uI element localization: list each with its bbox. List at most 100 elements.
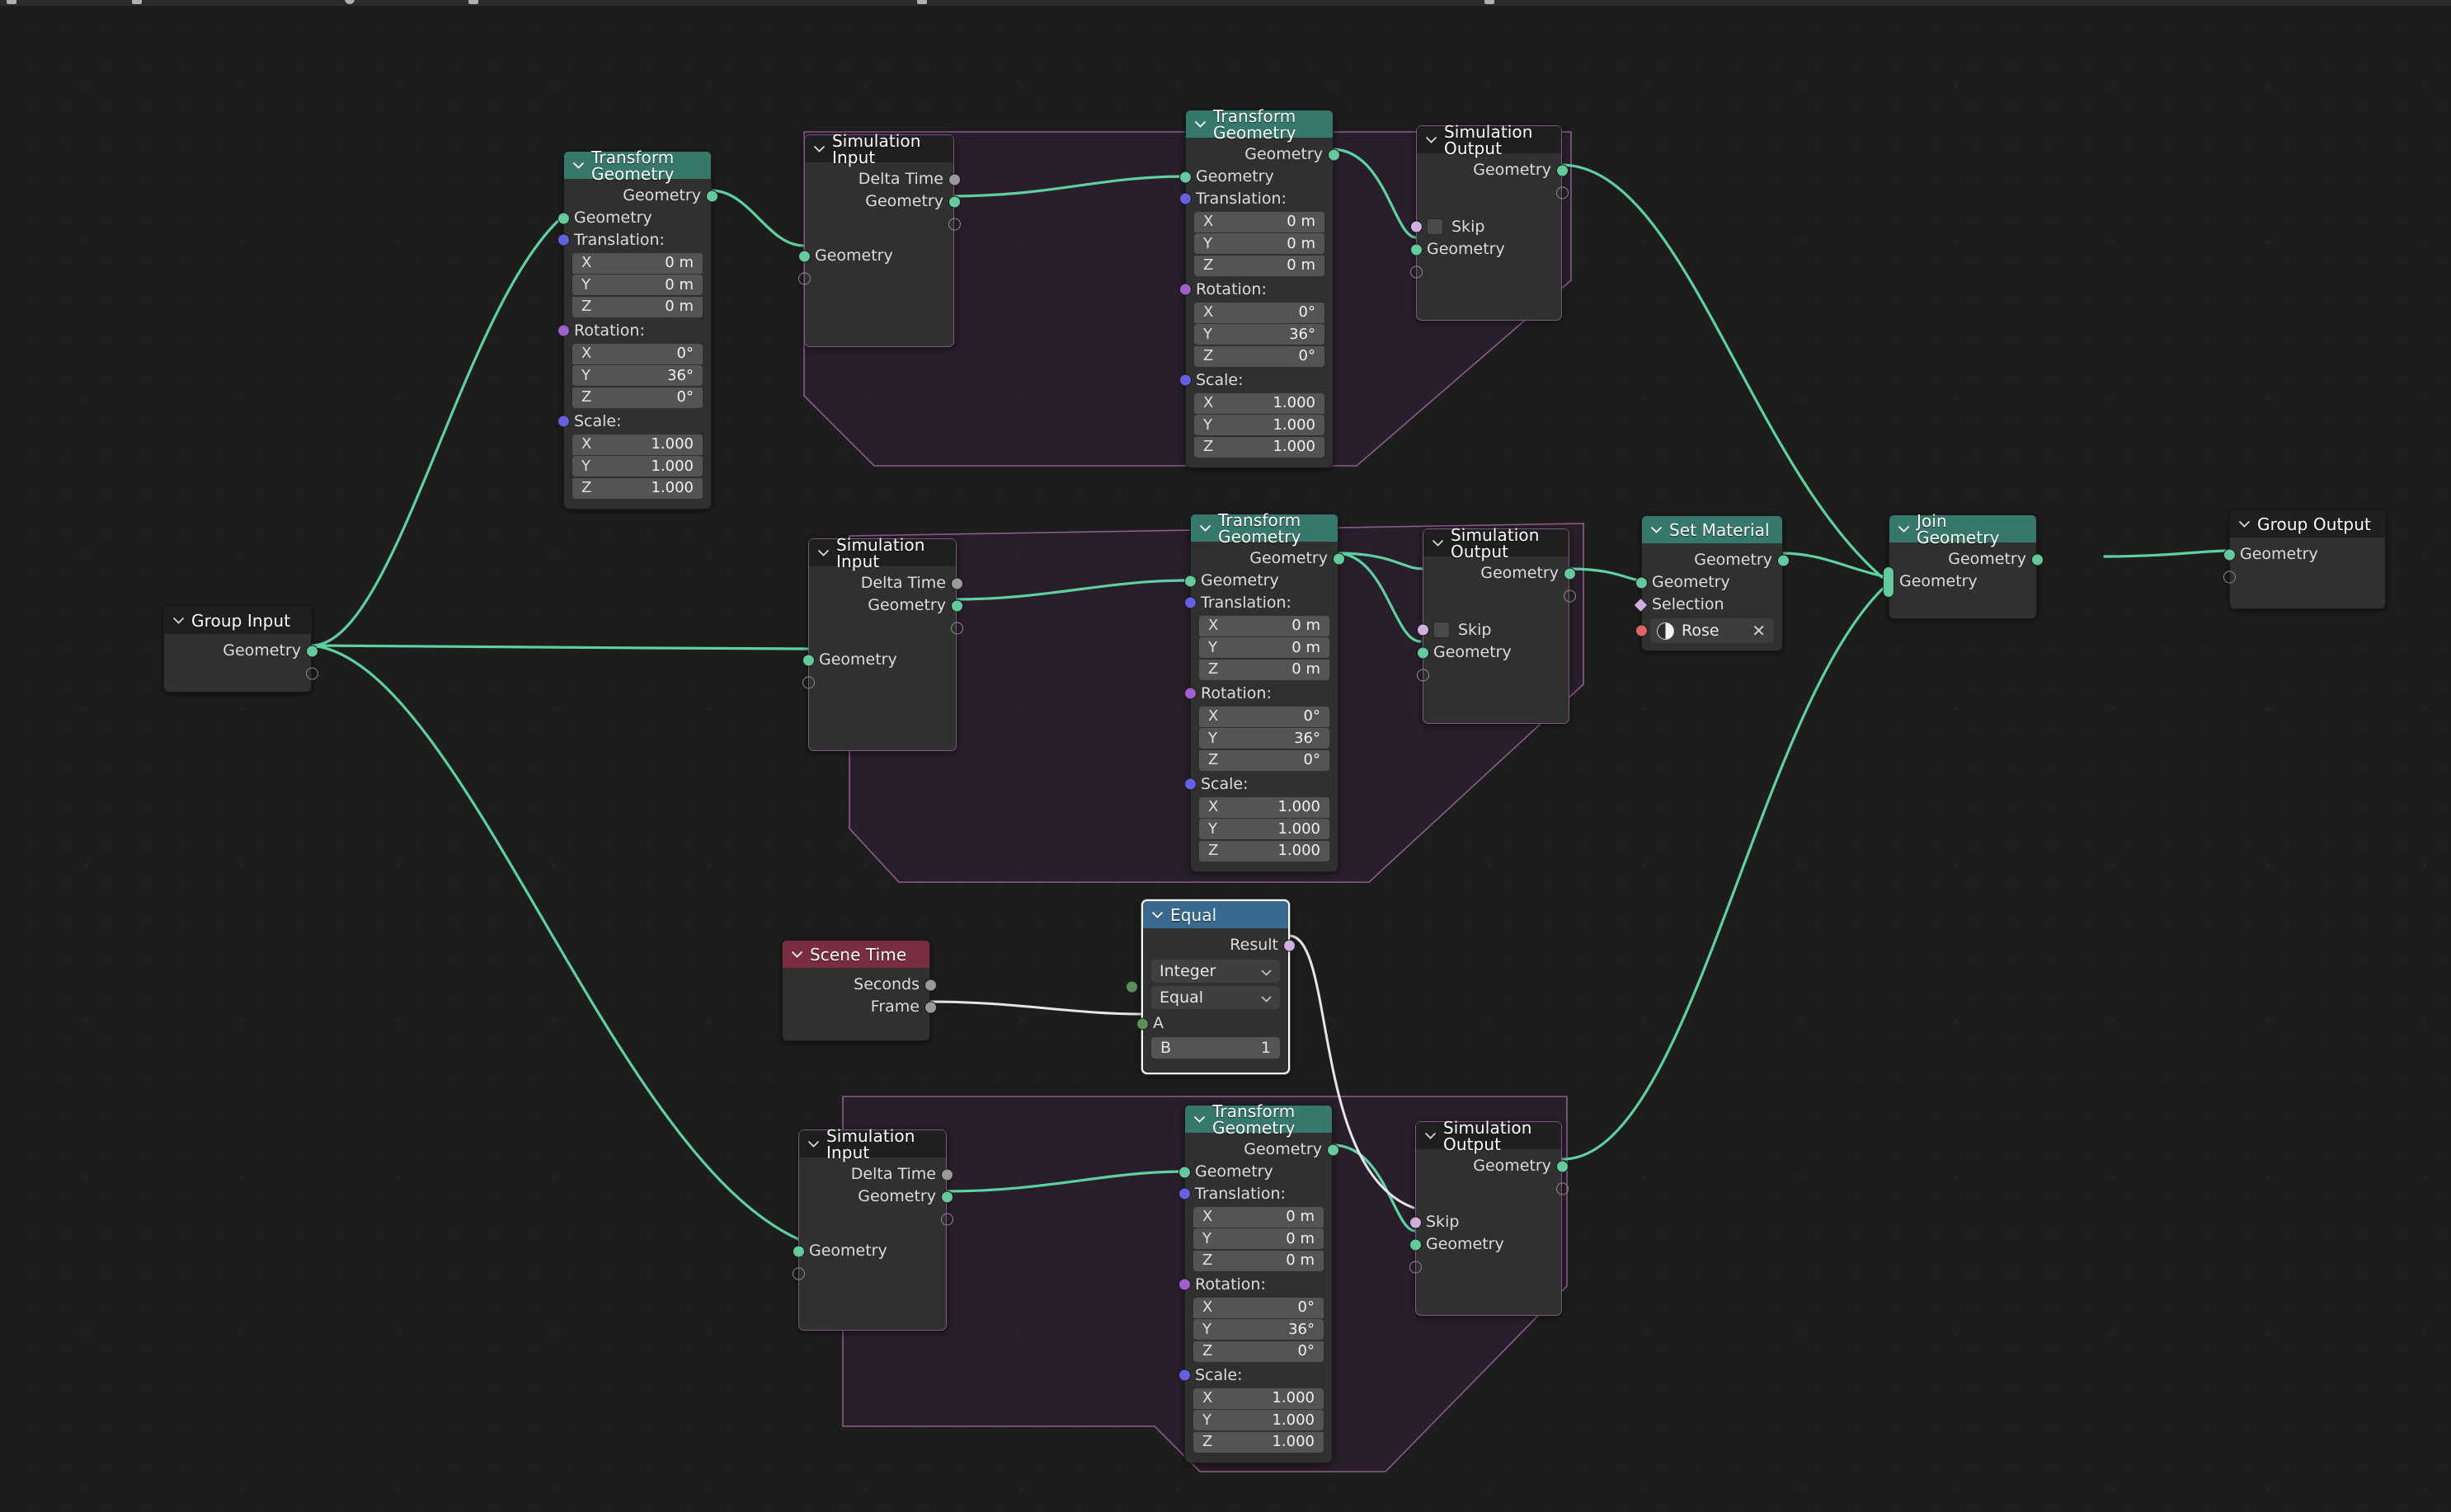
socket-row-geometry-out[interactable]: Geometry [805,190,961,213]
geometry-input-socket[interactable] [1409,1238,1422,1251]
checkbox-icon[interactable] [1433,622,1450,638]
socket-row-virtual-in[interactable] [1416,664,1569,686]
geometry-input-socket[interactable] [557,212,570,224]
socket-row-geometry-out[interactable]: Geometry [1191,547,1345,570]
delta-time-output-socket[interactable] [948,173,961,185]
skip-input-socket[interactable] [1409,1216,1422,1228]
checkbox-icon[interactable] [1427,218,1443,235]
geometry-input-socket[interactable] [797,250,811,262]
geometry-input-socket[interactable] [1635,576,1648,589]
rotation-input-socket[interactable] [1178,283,1192,296]
socket-row-geometry-in[interactable]: Geometry [557,207,711,229]
node-header[interactable]: Set Material [1642,516,1782,543]
socket-row-geometry-out[interactable]: Geometry [1416,1155,1569,1177]
scale-z-field[interactable]: Z 1.000 [1194,436,1324,458]
rotation-y-field[interactable]: Y 36° [1194,324,1324,345]
material-selector-row[interactable]: Rose ✕ [1635,618,1774,643]
header-icon-2[interactable] [132,0,142,4]
rotation-input-socket[interactable] [1183,687,1197,700]
scale-y-field[interactable]: Y 1.000 [1194,415,1324,435]
node-simulation-output-top[interactable]: Simulation Output Geometry Skip Geometry [1409,124,1569,321]
translation-label-row[interactable]: Translation: [1178,1183,1332,1204]
node-transform-geometry-sim-mid[interactable]: Transform Geometry Geometry Geometry Tra… [1183,512,1345,872]
geometry-input-socket[interactable] [792,1245,805,1257]
material-input-socket[interactable] [1635,624,1648,637]
geometry-output-socket[interactable] [948,195,961,208]
geometry-output-socket[interactable] [1332,552,1345,565]
scale-input-socket[interactable] [1178,1369,1191,1382]
socket-row-geometry-out[interactable]: Geometry [164,640,318,662]
scale-z-field[interactable]: Z 1.000 [1193,1431,1324,1453]
node-group-output[interactable]: Group Output Geometry [2223,509,2386,609]
socket-row-skip-in[interactable]: Skip [1409,1211,1561,1233]
chevron-down-icon[interactable] [1898,525,1909,533]
node-header[interactable]: Join Geometry [1889,513,2036,546]
chevron-down-icon[interactable] [1432,539,1443,547]
socket-row-geometry-out[interactable]: Geometry [564,185,718,207]
node-header[interactable]: Simulation Input [799,1128,946,1161]
socket-row-delta-time-out[interactable]: Delta Time [809,572,963,594]
socket-row-virtual-out[interactable] [164,662,318,684]
chevron-down-icon[interactable] [814,145,825,153]
a-input-socket[interactable] [1136,1017,1149,1030]
socket-row-geometry-out[interactable]: Geometry [799,1186,953,1208]
operation-dropdown[interactable]: Equal [1151,986,1280,1009]
socket-row-geometry-in[interactable]: Geometry [1416,641,1569,664]
socket-row-a-in[interactable]: A [1136,1012,1288,1035]
socket-row-virtual-out[interactable] [809,617,963,639]
socket-row-virtual-in[interactable] [792,1262,946,1284]
translation-input-socket[interactable] [1178,192,1192,205]
geometry-output-socket[interactable] [940,1190,953,1203]
rotation-label-row[interactable]: Rotation: [1178,1274,1332,1295]
translation-z-field[interactable]: Z 0 m [572,296,703,317]
seconds-output-socket[interactable] [924,979,937,991]
rotation-x-field[interactable]: X 0° [1199,706,1329,727]
node-header[interactable]: Scene Time [783,941,929,968]
chevron-down-icon[interactable] [792,951,802,958]
scale-x-field[interactable]: X 1.000 [1199,796,1329,818]
socket-row-virtual-in[interactable] [1409,1256,1561,1278]
translation-y-field[interactable]: Y 0 m [1199,637,1329,658]
node-header[interactable]: Group Output [2230,510,2385,538]
geometry-output-socket[interactable] [950,599,963,612]
translation-y-field[interactable]: Y 0 m [1193,1228,1324,1249]
node-simulation-output-mid[interactable]: Simulation Output Geometry Skip Geometry [1416,527,1576,724]
node-simulation-input-top[interactable]: Simulation Input Delta Time Geometry Geo… [797,133,961,347]
header-icon-5[interactable] [917,0,927,4]
node-transform-geometry-sim-bot[interactable]: Transform Geometry Geometry Geometry Tra… [1178,1103,1339,1463]
chevron-down-icon[interactable] [818,549,829,556]
chevron-down-icon[interactable] [1261,990,1272,1006]
rotation-z-field[interactable]: Z 0° [1193,1341,1324,1362]
virtual-output-socket[interactable] [950,622,963,634]
delta-time-output-socket[interactable] [950,577,963,589]
rotation-label-row[interactable]: Rotation: [1183,683,1338,704]
geometry-input-socket[interactable] [1183,575,1197,587]
translation-label-row[interactable]: Translation: [1178,188,1333,209]
chevron-down-icon[interactable] [1195,120,1206,128]
scale-input-socket[interactable] [557,415,570,428]
scale-label-row[interactable]: Scale: [557,411,711,432]
chevron-down-icon[interactable] [1425,1132,1436,1139]
geometry-output-socket[interactable] [705,190,718,202]
socket-row-geometry-in[interactable]: Geometry [1409,1233,1561,1256]
header-icon-1[interactable] [7,0,16,4]
node-header[interactable]: Transform Geometry [1191,512,1338,545]
rotation-z-field[interactable]: Z 0° [1199,749,1329,771]
chevron-down-icon[interactable] [808,1140,819,1148]
node-header[interactable]: Simulation Output [1416,1120,1561,1153]
socket-row-geometry-out[interactable]: Geometry [1889,548,2044,571]
socket-row-geometry-in[interactable]: Geometry [1635,571,1782,594]
b-value-field[interactable]: B 1 [1126,980,1280,1059]
socket-row-geometry-out[interactable]: Geometry [809,594,963,617]
translation-z-field[interactable]: Z 0 m [1193,1250,1324,1271]
rotation-label-row[interactable]: Rotation: [1178,279,1333,300]
rotation-input-socket[interactable] [557,324,570,337]
chevron-down-icon[interactable] [1194,1115,1205,1123]
scale-input-socket[interactable] [1183,777,1197,791]
scale-label-row[interactable]: Scale: [1183,773,1338,795]
socket-row-geometry-out[interactable]: Geometry [1417,159,1569,181]
rotation-input-socket[interactable] [1178,1278,1191,1291]
geometry-input-socket[interactable] [802,654,815,666]
chevron-down-icon[interactable] [1200,524,1211,532]
node-header[interactable]: Transform Geometry [1185,1103,1332,1136]
